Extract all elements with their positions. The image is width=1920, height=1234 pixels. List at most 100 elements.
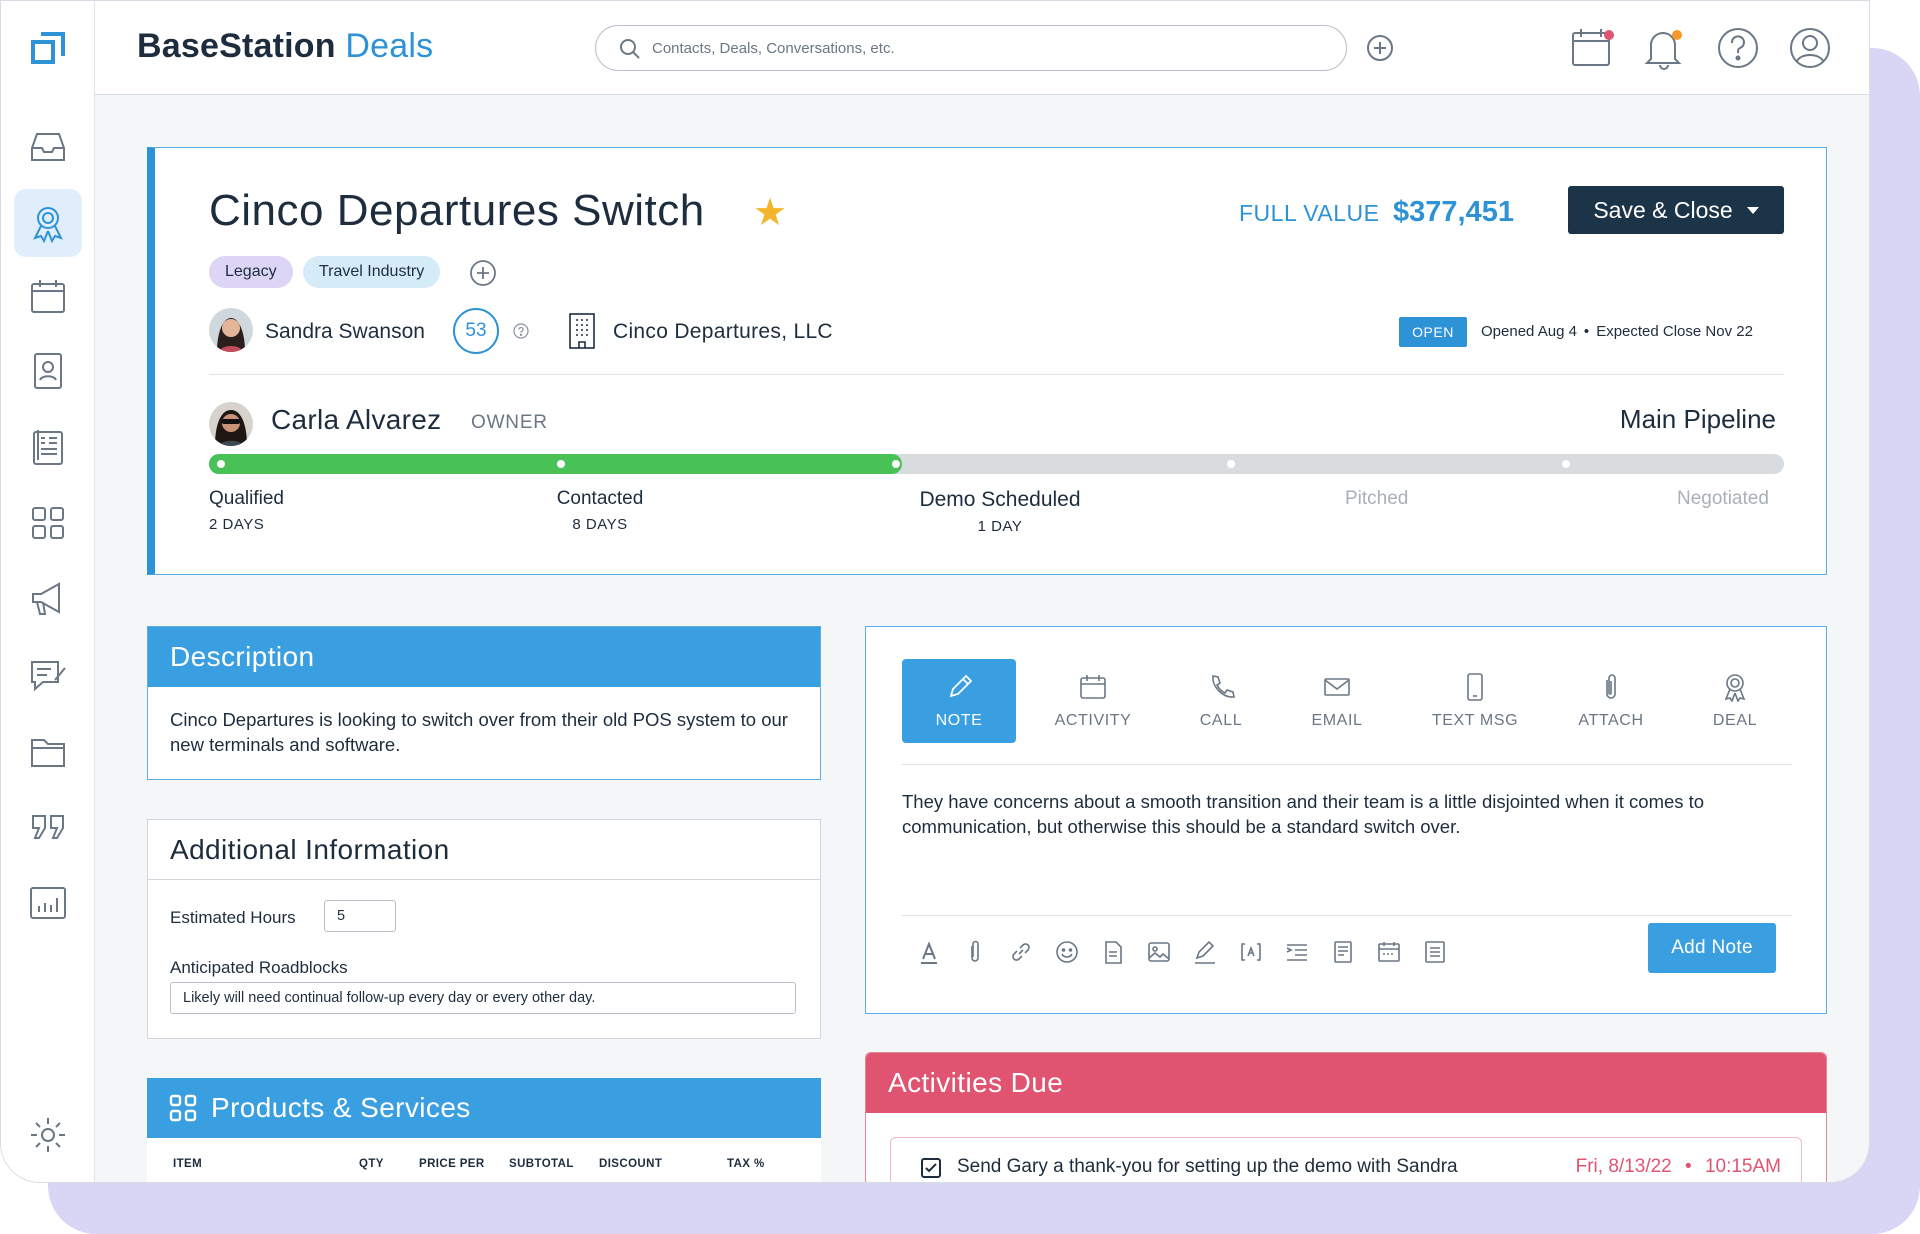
brand-secondary: Deals: [345, 27, 434, 65]
add-icon[interactable]: [1357, 25, 1393, 71]
calendar-icon[interactable]: [14, 263, 82, 331]
stage-days: 8 DAYS: [572, 516, 628, 533]
link-icon[interactable]: [1008, 939, 1034, 965]
composer-toolbar-divider: [902, 915, 1792, 916]
owner-avatar[interactable]: [209, 402, 253, 446]
owner-name[interactable]: Carla Alvarez: [271, 404, 441, 436]
opened-date: Opened Aug 4: [1481, 323, 1577, 340]
stage-demo-scheduled[interactable]: Demo Scheduled 1 DAY: [910, 488, 1090, 535]
tab-attach[interactable]: ATTACH: [1554, 659, 1668, 743]
contact-card-icon[interactable]: [14, 337, 82, 405]
description-panel: Description Cinco Departures is looking …: [147, 626, 821, 780]
paperclip-icon: [1606, 674, 1616, 699]
deal-title: Cinco Departures Switch: [209, 186, 705, 235]
additional-info-panel: Additional Information Estimated Hours A…: [147, 819, 821, 1039]
stage-name: Qualified: [209, 488, 284, 509]
activities-title: Activities Due: [866, 1053, 1826, 1113]
tag-legacy[interactable]: Legacy: [209, 256, 293, 288]
help-icon[interactable]: [1715, 25, 1761, 71]
stage-negotiated[interactable]: Negotiated: [1677, 488, 1769, 510]
tab-note[interactable]: NOTE: [902, 659, 1016, 743]
app-logo-icon[interactable]: [14, 15, 82, 83]
user-profile-icon[interactable]: [1787, 25, 1833, 71]
compose-chat-icon[interactable]: [14, 641, 82, 709]
image-icon[interactable]: [1146, 939, 1172, 965]
app-window: BaseStation Deals Cinco Departures Switc…: [0, 0, 1870, 1183]
company-name[interactable]: Cinco Departures, LLC: [613, 320, 833, 344]
stage-dot-demo-scheduled[interactable]: [892, 460, 900, 468]
tab-activity[interactable]: ACTIVITY: [1036, 659, 1150, 743]
add-note-button[interactable]: Add Note: [1648, 923, 1776, 973]
note-text-area[interactable]: They have concerns about a smooth transi…: [902, 789, 1762, 839]
emoji-icon[interactable]: [1054, 939, 1080, 965]
search-input[interactable]: [652, 34, 1312, 62]
stage-dot-contacted[interactable]: [557, 460, 565, 468]
stage-name: Negotiated: [1677, 488, 1769, 509]
contact-avatar[interactable]: [209, 308, 253, 352]
chevron-down-icon: [1746, 206, 1759, 214]
megaphone-icon[interactable]: [14, 565, 82, 633]
template-icon[interactable]: [1330, 939, 1356, 965]
pipeline-progress-bar: [209, 454, 1784, 474]
col-tax[interactable]: TAX %: [727, 1158, 765, 1170]
reports-chart-icon[interactable]: [14, 869, 82, 937]
activity-checkbox[interactable]: [921, 1158, 941, 1178]
col-qty[interactable]: QTY: [359, 1158, 384, 1170]
text-format-icon[interactable]: [916, 939, 942, 965]
stage-dot-qualified[interactable]: [217, 460, 225, 468]
full-value-label: FULL VALUE: [1239, 200, 1380, 226]
calendar-notification-icon[interactable]: [1569, 25, 1615, 71]
estimated-hours-input[interactable]: [324, 900, 396, 932]
inbox-icon[interactable]: [14, 113, 82, 181]
tab-deal[interactable]: DEAL: [1678, 659, 1792, 743]
bell-notification-icon[interactable]: [1641, 25, 1687, 71]
tab-label: EMAIL: [1311, 712, 1363, 729]
checklist-icon[interactable]: [1422, 939, 1448, 965]
roadblocks-input[interactable]: [170, 982, 796, 1014]
brand-primary: BaseStation: [137, 27, 336, 65]
tab-call[interactable]: CALL: [1164, 659, 1278, 743]
activity-due-date: Fri, 8/13/22 • 10:15AM: [1576, 1156, 1781, 1178]
deals-ribbon-icon[interactable]: [14, 189, 82, 257]
signature-pen-icon[interactable]: [1192, 939, 1218, 965]
invoice-icon[interactable]: [14, 413, 82, 481]
save-close-button[interactable]: Save & Close: [1568, 186, 1784, 234]
indent-icon[interactable]: [1284, 939, 1310, 965]
settings-gear-icon[interactable]: [14, 1101, 82, 1169]
schedule-icon[interactable]: [1376, 939, 1402, 965]
quote-icon[interactable]: [14, 793, 82, 861]
add-tag-icon[interactable]: [469, 259, 497, 287]
additional-info-title: Additional Information: [148, 820, 820, 880]
tag-travel-industry[interactable]: Travel Industry: [303, 256, 441, 288]
expected-close-date: Expected Close Nov 22: [1596, 323, 1753, 340]
contact-name[interactable]: Sandra Swanson: [265, 320, 425, 344]
pipeline-name[interactable]: Main Pipeline: [1620, 404, 1776, 435]
description-text[interactable]: Cinco Departures is looking to switch ov…: [148, 687, 820, 777]
products-panel: Products & Services ITEM QTY PRICE PER S…: [147, 1078, 821, 1182]
pencil-icon: [949, 674, 973, 698]
merge-field-icon[interactable]: [1238, 939, 1264, 965]
col-subtotal[interactable]: SUBTOTAL: [509, 1158, 574, 1170]
tab-email[interactable]: EMAIL: [1280, 659, 1394, 743]
document-icon[interactable]: [1100, 939, 1126, 965]
status-badge: OPEN: [1399, 317, 1467, 347]
building-icon: [569, 313, 595, 349]
stage-contacted[interactable]: Contacted 8 DAYS: [553, 488, 647, 533]
stage-days: 1 DAY: [977, 518, 1023, 535]
tab-text-msg[interactable]: TEXT MSG: [1410, 659, 1540, 743]
pipeline-progress-fill: [209, 454, 902, 474]
search-icon: [620, 39, 640, 59]
stage-dot-negotiated[interactable]: [1562, 460, 1570, 468]
score-help-icon[interactable]: [513, 323, 529, 339]
activity-row[interactable]: Send Gary a thank-you for setting up the…: [890, 1137, 1802, 1182]
folder-icon[interactable]: [14, 717, 82, 785]
apps-grid-icon[interactable]: [14, 489, 82, 557]
col-discount[interactable]: DISCOUNT: [599, 1158, 662, 1170]
stage-pitched[interactable]: Pitched: [1345, 488, 1408, 510]
stage-qualified[interactable]: Qualified 2 DAYS: [209, 488, 284, 533]
paperclip-icon[interactable]: [962, 939, 988, 965]
col-item[interactable]: ITEM: [173, 1158, 202, 1170]
col-price-per[interactable]: PRICE PER: [419, 1158, 485, 1170]
favorite-star-icon[interactable]: ★: [753, 190, 787, 235]
stage-dot-pitched[interactable]: [1227, 460, 1235, 468]
